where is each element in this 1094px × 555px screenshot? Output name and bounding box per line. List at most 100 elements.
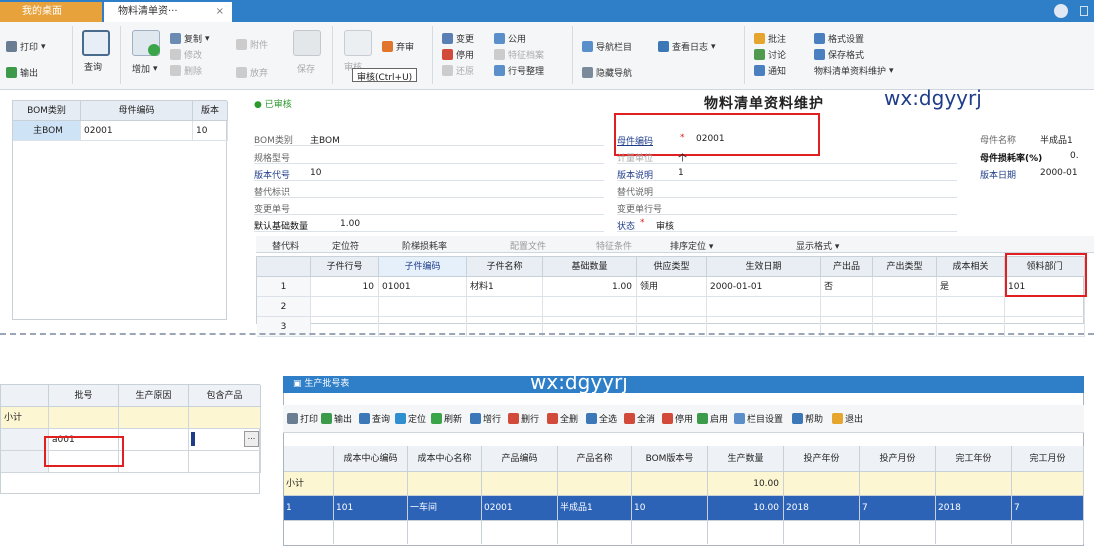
table-cell[interactable] [936, 520, 1012, 544]
discuss-button[interactable]: 讨论 [754, 48, 786, 61]
table-cell[interactable]: 1.00 [543, 277, 637, 297]
table-cell[interactable]: 否 [821, 277, 873, 297]
table-cell[interactable] [873, 277, 937, 297]
toolbar-button[interactable]: 栏目设置 [734, 412, 783, 425]
copy-button[interactable]: 复制 ▾ [170, 32, 210, 45]
table-cell[interactable] [860, 520, 936, 544]
table-cell[interactable]: 7 [860, 496, 936, 520]
row-organize-button[interactable]: 行号整理 [494, 64, 544, 77]
table-cell[interactable]: 10 [311, 277, 379, 297]
tab-step-loss[interactable]: 阶梯损耗率 [402, 239, 447, 252]
table-cell[interactable]: 101 [334, 496, 408, 520]
modify-button[interactable]: 修改 [170, 48, 202, 61]
column-header[interactable]: 成本中心名称 [408, 446, 482, 472]
delete-button[interactable]: 删除 [170, 64, 202, 77]
table-cell[interactable] [708, 520, 784, 544]
ellipsis-button[interactable]: ... [244, 431, 259, 447]
toolbar-button[interactable]: 增行 [470, 412, 501, 425]
loss-rate-field[interactable]: 0. [1070, 151, 1079, 161]
table-cell[interactable]: 主BOM [13, 121, 81, 141]
nav-bar-button[interactable]: 导航栏目 [582, 40, 632, 53]
abandon-button[interactable]: 放弃 [236, 66, 268, 79]
column-header[interactable]: 批号 [49, 385, 119, 407]
public-button[interactable]: 公用 [494, 32, 526, 45]
toolbar-button[interactable]: 全删 [547, 412, 578, 425]
tab-bom-maintenance[interactable]: 物料清单资··· × [104, 2, 232, 22]
column-header[interactable]: 基础数量 [543, 257, 637, 277]
version-date-field[interactable]: 2000-01 [1040, 168, 1078, 178]
table-cell[interactable]: 10 [193, 121, 228, 141]
table-cell[interactable] [543, 297, 637, 317]
column-header[interactable]: 子件行号 [311, 257, 379, 277]
table-cell[interactable]: 一车间 [408, 496, 482, 520]
tab-feature-condition[interactable]: 特征条件 [596, 239, 632, 252]
table-cell[interactable] [821, 297, 873, 317]
table-cell[interactable] [632, 520, 708, 544]
table-cell[interactable]: 7 [1012, 496, 1084, 520]
column-header[interactable]: 子件编码 [379, 257, 467, 277]
display-format-dropdown[interactable]: 显示格式 ▾ [796, 239, 839, 252]
table-cell[interactable]: 10 [632, 496, 708, 520]
toolbar-button[interactable]: 全消 [624, 412, 655, 425]
add-button[interactable]: 增加 ▾ [132, 62, 158, 76]
column-header[interactable]: 成本中心编码 [334, 446, 408, 472]
column-header[interactable]: 生效日期 [707, 257, 821, 277]
tab-locator[interactable]: 定位符 [332, 239, 359, 252]
column-header[interactable]: BOM版本号 [632, 446, 708, 472]
table-cell[interactable] [937, 297, 1005, 317]
output-button[interactable]: 输出 [6, 66, 38, 79]
annotate-button[interactable]: 批注 [754, 32, 786, 45]
column-header[interactable]: 生产数量 [708, 446, 784, 472]
column-header[interactable]: 成本相关 [937, 257, 1005, 277]
feature-file-button[interactable]: 特征档案 [494, 48, 544, 61]
column-header[interactable]: 投产月份 [860, 446, 936, 472]
close-icon[interactable]: × [216, 2, 224, 22]
column-header[interactable]: 母件编码 [81, 101, 193, 121]
toolbar-button[interactable]: 全选 [586, 412, 617, 425]
table-cell[interactable]: 10.00 [708, 496, 784, 520]
user-avatar-icon[interactable] [1054, 4, 1068, 18]
table-cell[interactable] [334, 520, 408, 544]
table-cell[interactable]: 01001 [379, 277, 467, 297]
tab-replace-material[interactable]: 替代料 [272, 239, 299, 252]
hide-nav-button[interactable]: 隐藏导航 [582, 66, 632, 79]
column-header[interactable]: 包含产品 [189, 385, 261, 407]
table-cell[interactable]: 02001 [81, 121, 193, 141]
column-header[interactable]: 子件名称 [467, 257, 543, 277]
table-cell[interactable] [482, 520, 558, 544]
table-cell[interactable]: 领用 [637, 277, 707, 297]
change-button[interactable]: 变更 [442, 32, 474, 45]
table-cell[interactable]: 材料1 [467, 277, 543, 297]
column-header[interactable]: BOM类别 [13, 101, 81, 121]
tab-desktop[interactable]: 我的桌面 [0, 2, 102, 22]
notify-button[interactable]: 通知 [754, 64, 786, 77]
toolbar-button[interactable]: 删行 [508, 412, 539, 425]
save-button[interactable]: 保存 [297, 62, 315, 75]
column-header[interactable]: 产出品 [821, 257, 873, 277]
table-cell[interactable]: 2018 [784, 496, 860, 520]
stop-button[interactable]: 停用 [442, 48, 474, 61]
table-cell[interactable]: 2000-01-01 [707, 277, 821, 297]
table-cell[interactable]: 是 [937, 277, 1005, 297]
print-button[interactable]: 打印 ▾ [6, 40, 46, 53]
restore-button[interactable]: 还原 [442, 64, 474, 77]
column-header[interactable]: 版本 [193, 101, 228, 121]
version-code-field[interactable]: 10 [310, 168, 321, 178]
table-cell[interactable] [467, 297, 543, 317]
tab-config-file[interactable]: 配置文件 [510, 239, 546, 252]
version-desc-field[interactable]: 1 [678, 168, 684, 178]
table-cell[interactable] [311, 297, 379, 317]
toolbar-button[interactable]: 刷新 [431, 412, 462, 425]
column-header[interactable]: 投产年份 [784, 446, 860, 472]
table-cell[interactable] [284, 520, 334, 544]
table-cell[interactable]: 半成品1 [558, 496, 632, 520]
table-cell[interactable] [873, 297, 937, 317]
table-cell[interactable] [707, 297, 821, 317]
toolbar-button[interactable]: 打印 ▾ [287, 412, 325, 425]
sort-locate-dropdown[interactable]: 排序定位 ▾ [670, 239, 713, 252]
save-format-button[interactable]: 保存格式 [814, 48, 864, 61]
table-cell[interactable] [784, 520, 860, 544]
query-button[interactable]: 查询 [84, 60, 102, 73]
toolbar-button[interactable]: 查询 [359, 412, 390, 425]
toolbar-button[interactable]: 启用 [697, 412, 728, 425]
